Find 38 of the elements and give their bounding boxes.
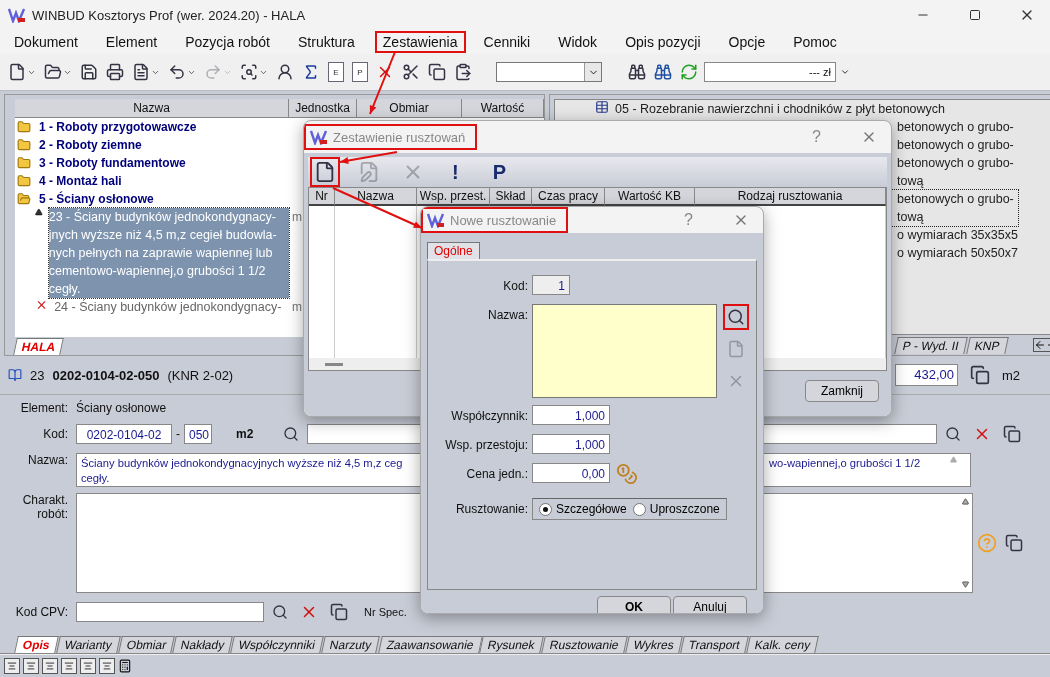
name-text: cegły. bbox=[81, 471, 111, 486]
unit-label: m2 bbox=[236, 427, 254, 441]
column-header: Nazwa bbox=[15, 99, 289, 118]
element-value: Ściany osłonowe bbox=[76, 401, 167, 415]
dialog-title: Zestawienie rusztowań bbox=[333, 129, 466, 145]
column-header: Wsp. przest. bbox=[417, 188, 490, 206]
field-label: Współczynnik: bbox=[450, 408, 528, 425]
field-label: Kod: bbox=[42, 427, 69, 441]
position-code: 0202-0104-02-050 bbox=[52, 367, 160, 383]
position-source: (KNR 2-02) bbox=[167, 367, 234, 383]
field-label: Nazwa: bbox=[27, 453, 69, 467]
column-header: Skład bbox=[490, 188, 532, 206]
field-label: Charakt. robót: bbox=[21, 493, 69, 521]
unit-label: m2 bbox=[1002, 367, 1022, 383]
name-text: Ściany budynków jednokondygnacyjnych wyższe niż 4,5 m,z ceg bbox=[81, 456, 404, 471]
field-label: Element: bbox=[19, 401, 69, 415]
column-header: Obmiar bbox=[357, 99, 462, 118]
dialog-title: Nowe rusztowanie bbox=[450, 212, 557, 228]
field-label: Kod CPV: bbox=[14, 605, 69, 619]
field-label: Cena jedn.: bbox=[465, 466, 528, 483]
column-header: Wartość bbox=[462, 99, 544, 118]
column-header: Wartość KB bbox=[605, 188, 695, 206]
column-header: Jednostka bbox=[289, 99, 357, 118]
column-header: Nr bbox=[309, 188, 335, 206]
column-header: Czas pracy bbox=[532, 188, 605, 206]
column-header: Nazwa bbox=[335, 188, 417, 206]
field-label: Rusztowanie: bbox=[454, 501, 528, 518]
field-label: Kod: bbox=[502, 278, 528, 295]
position-number: 23 bbox=[30, 367, 45, 383]
column-header: Rodzaj rusztowania bbox=[695, 188, 886, 206]
code-separator: - bbox=[176, 427, 180, 441]
field-label: Nazwa: bbox=[487, 307, 528, 324]
window-title: WINBUD Kosztorys Prof (wer. 2024.20) - HALA bbox=[32, 7, 307, 23]
name-text: wo-wapiennej,o grubości 1 1/2 bbox=[769, 456, 922, 471]
field-label: Wsp. przestoju: bbox=[444, 437, 528, 454]
table-cell-text: m bbox=[291, 299, 303, 316]
field-label: Nr Spec. bbox=[364, 606, 407, 618]
table-cell-text: m bbox=[291, 209, 303, 226]
